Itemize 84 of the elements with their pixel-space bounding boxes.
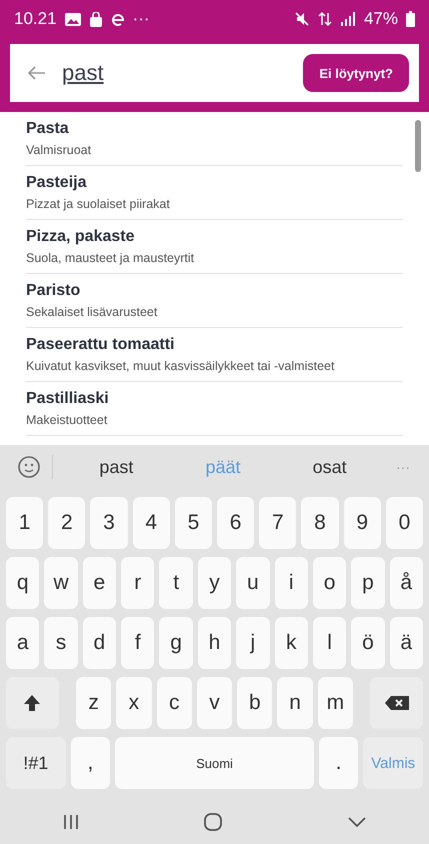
- keyboard-key[interactable]: q: [6, 557, 40, 609]
- chevron-down-icon[interactable]: [347, 816, 368, 828]
- recent-apps-icon[interactable]: [62, 813, 80, 831]
- keyboard-key[interactable]: 4: [132, 497, 170, 549]
- keyboard-key[interactable]: w: [44, 557, 78, 609]
- signal-icon: [340, 12, 356, 26]
- result-name: Paristo: [26, 281, 82, 301]
- space-key[interactable]: Suomi: [115, 737, 314, 789]
- result-name: Pasteija: [26, 173, 88, 193]
- keyboard-key[interactable]: 5: [174, 497, 212, 549]
- keyboard-key[interactable]: 6: [217, 497, 254, 549]
- keyboard-key[interactable]: ö: [351, 617, 385, 669]
- keyboard-key[interactable]: 7: [259, 497, 296, 549]
- word-suggestion[interactable]: past: [63, 456, 170, 478]
- keyboard-key[interactable]: s: [44, 617, 78, 669]
- battery-level: 47%: [364, 9, 398, 29]
- symbols-key[interactable]: !#1: [6, 737, 66, 789]
- image-icon: [64, 12, 81, 26]
- browser-icon: [110, 11, 125, 27]
- keyboard-key[interactable]: 3: [90, 497, 128, 549]
- keyboard-key[interactable]: ,: [70, 737, 110, 789]
- result-category: Pizzat ja suolaiset piirakat: [26, 196, 171, 213]
- keyboard-key[interactable]: 9: [344, 497, 381, 549]
- keyboard-key[interactable]: 1: [6, 497, 44, 549]
- keyboard-key[interactable]: b: [237, 677, 272, 729]
- result-category: Sekalaiset lisävarusteet: [26, 304, 158, 321]
- shift-key[interactable]: [6, 677, 59, 729]
- word-suggestion[interactable]: osat: [276, 456, 384, 478]
- result-item[interactable]: Pasteija Pizzat ja suolaiset piirakat: [26, 166, 403, 220]
- result-item[interactable]: Paristo Sekalaiset lisävarusteet: [26, 274, 403, 328]
- keyboard-key[interactable]: r: [121, 557, 154, 609]
- keyboard-key[interactable]: .: [318, 737, 358, 789]
- keyboard-key[interactable]: g: [159, 617, 193, 669]
- battery-icon: [406, 11, 415, 27]
- keyboard-key[interactable]: e: [82, 557, 116, 609]
- smiley-icon[interactable]: [16, 454, 42, 480]
- result-item[interactable]: Paseerattu tomaatti Kuivatut kasvikset, muut kasvissäilykkeet tai -valmisteet: [26, 328, 403, 382]
- result-category: Kuivatut kasvikset, muut kasvissäilykkeet tai -valmisteet: [26, 358, 336, 375]
- home-icon[interactable]: [203, 812, 224, 832]
- result-category: Suola, mausteet ja mausteyrtit: [26, 250, 196, 267]
- keyboard-key[interactable]: h: [198, 617, 232, 669]
- back-arrow-icon[interactable]: [28, 66, 46, 80]
- keyboard-key[interactable]: v: [196, 677, 232, 729]
- keyboard-key[interactable]: x: [116, 677, 152, 729]
- keyboard-key[interactable]: i: [274, 557, 308, 609]
- keyboard-key[interactable]: ä: [390, 617, 423, 669]
- result-name: Pastilliaski: [26, 389, 110, 409]
- keyboard-key[interactable]: f: [121, 617, 154, 669]
- result-name: Paseerattu tomaatti: [26, 335, 176, 355]
- data-icon: [318, 11, 332, 27]
- result-category: Valmisruoat: [26, 142, 92, 159]
- keyboard-key[interactable]: d: [82, 617, 116, 669]
- mute-icon: [294, 11, 310, 27]
- result-name: Pizza, pakaste: [26, 227, 136, 247]
- up-arrow-icon: [22, 693, 42, 713]
- more-notifications: ···: [132, 9, 150, 29]
- keyboard-key[interactable]: z: [76, 677, 112, 729]
- keyboard-key[interactable]: n: [277, 677, 313, 729]
- keyboard-key[interactable]: 8: [301, 497, 339, 549]
- result-name: Pasta: [26, 119, 70, 139]
- result-item[interactable]: Pizza, pakaste Suola, mausteet ja mausteyrtit: [26, 220, 403, 274]
- keyboard-key[interactable]: 0: [386, 497, 424, 549]
- result-category: Makeistuotteet: [26, 412, 108, 429]
- not-found-button[interactable]: Ei löytynyt?: [303, 54, 409, 92]
- result-item[interactable]: Pastilliaski Makeistuotteet: [26, 382, 403, 436]
- keyboard-key[interactable]: u: [236, 557, 270, 609]
- search-field[interactable]: past: [62, 60, 288, 86]
- keyboard-key[interactable]: m: [318, 677, 354, 729]
- status-time: 10.21: [14, 9, 57, 29]
- keyboard-key[interactable]: k: [274, 617, 308, 669]
- keyboard-key[interactable]: y: [198, 557, 232, 609]
- backspace-key[interactable]: [370, 677, 423, 729]
- keyboard-key[interactable]: å: [390, 557, 423, 609]
- scrollbar[interactable]: [415, 120, 421, 172]
- keyboard-key[interactable]: c: [156, 677, 192, 729]
- keyboard-key[interactable]: 2: [48, 497, 86, 549]
- keyboard-key[interactable]: o: [312, 557, 346, 609]
- backspace-icon: [384, 695, 410, 711]
- keyboard-key[interactable]: j: [236, 617, 270, 669]
- keyboard-key[interactable]: p: [351, 557, 385, 609]
- keyboard-key[interactable]: a: [6, 617, 40, 669]
- keyboard-key[interactable]: l: [312, 617, 346, 669]
- keyboard-key[interactable]: t: [159, 557, 193, 609]
- result-item[interactable]: Pasta Valmisruoat: [26, 112, 403, 166]
